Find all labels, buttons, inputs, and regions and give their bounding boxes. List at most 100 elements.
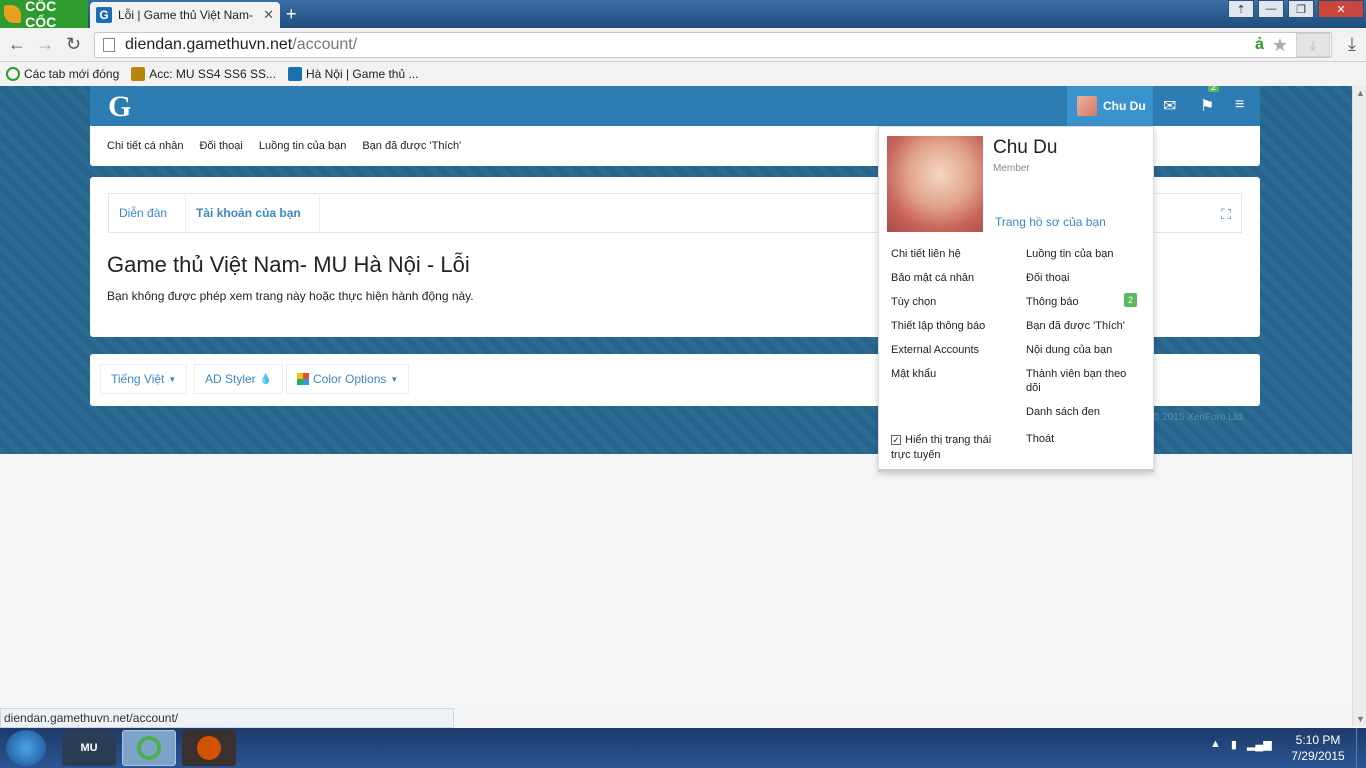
menu-alert-preferences[interactable]: Thiết lập thông báo (891, 319, 985, 343)
url-path: /account/ (292, 36, 358, 53)
avatar[interactable] (887, 136, 983, 232)
menu-following[interactable]: Thành viên bạn theo dõi (1026, 367, 1144, 405)
tray-expand-icon[interactable]: ▲ (1210, 738, 1221, 751)
browser-tab-active[interactable]: G Lỗi | Game thủ Việt Nam- I ✕ (90, 2, 280, 28)
downloads-icon[interactable]: ⤓ (1348, 34, 1356, 55)
g-icon (287, 67, 302, 81)
taskbar-app-mu[interactable]: MU (62, 730, 116, 766)
menu-likes[interactable]: Bạn đã được 'Thích' (1026, 319, 1144, 343)
coccoc-icon (137, 736, 161, 760)
drop-icon: 💧 (259, 373, 273, 385)
bookmark-recent-tabs[interactable]: Các tab mới đóng (6, 67, 119, 81)
system-tray: ▲ ▮ ▂▄▆ (1210, 738, 1272, 751)
signal-icon[interactable]: ▂▄▆ (1247, 738, 1272, 751)
page-scrollbar[interactable]: ▲ ▼ (1352, 86, 1366, 726)
browser-status-bar: diendan.gamethuvn.net/account/ (0, 708, 454, 728)
breadcrumb-account[interactable]: Tài khoản của bạn (186, 193, 320, 233)
bookmark-star-icon[interactable]: ★ (1272, 35, 1288, 56)
new-tab-plus-icon[interactable]: + (286, 4, 297, 25)
subnav-personal-details[interactable]: Chi tiết cá nhân (107, 140, 183, 152)
caret-down-icon: ▼ (168, 374, 177, 384)
alerts-count-badge: 2 (1124, 293, 1138, 307)
forward-arrow-icon[interactable]: → (36, 34, 54, 55)
envelope-icon[interactable]: ✉ (1163, 96, 1176, 116)
subnav-likes[interactable]: Bạn đã được 'Thích' (362, 140, 461, 152)
subnav-conversations[interactable]: Đối thoại (199, 140, 242, 152)
bookmark-ha-noi[interactable]: Hà Nội | Game thủ ... (287, 67, 419, 81)
caret-down-icon: ▼ (390, 374, 399, 384)
browser-tabbar: CỐC CỐC G Lỗi | Game thủ Việt Nam- I ✕ +… (0, 0, 1366, 30)
site-header: G Chu Du ✉ ⚑ 2 ≡ (90, 86, 1260, 126)
page-lower-background (0, 454, 1352, 708)
url-input[interactable]: diendan.gamethuvn.net/account/ (94, 32, 1332, 58)
user-role: Member (993, 163, 1030, 174)
menu-your-content[interactable]: Nội dung của bạn (1026, 343, 1144, 367)
sitemap-icon[interactable]: ⛶ (1221, 206, 1231, 223)
checkbox-checked-icon[interactable]: ✓ (891, 435, 901, 445)
taskbar-app-game[interactable] (182, 730, 236, 766)
error-message: Bạn không được phép xem trang này hoặc t… (107, 289, 474, 303)
online-status-toggle[interactable]: ✓ Hiển thị trạng thái trực tuyến (891, 433, 1011, 463)
bookmark-acc-mu[interactable]: Acc: MU SS4 SS6 SS... (131, 67, 276, 81)
menu-privacy[interactable]: Bảo mật cá nhân (891, 271, 985, 295)
hamburger-menu-icon[interactable]: ≡ (1235, 96, 1244, 114)
reload-icon[interactable]: ↻ (66, 34, 81, 55)
bookmark-label: Hà Nội | Game thủ ... (305, 67, 419, 81)
clock-time: 5:10 PM (1295, 733, 1341, 747)
page-viewport: G Chu Du ✉ ⚑ 2 ≡ Chi tiết cá nhân Đối th… (0, 86, 1352, 708)
start-button[interactable] (6, 730, 46, 766)
recent-icon (6, 67, 20, 81)
show-desktop-button[interactable] (1356, 728, 1366, 768)
breadcrumb-forum[interactable]: Diễn đàn (109, 193, 187, 233)
menu-ignored[interactable]: Danh sách đen (1026, 405, 1144, 429)
online-status-label: Hiển thị trạng thái trực tuyến (891, 434, 992, 461)
minimize-window-icon[interactable]: — (1258, 0, 1284, 18)
bookmarks-bar: Các tab mới đóng Acc: MU SS4 SS6 SS... H… (0, 62, 1366, 86)
clock[interactable]: 5:10 PM 7/29/2015 (1290, 732, 1346, 764)
flag-icon[interactable]: ⚑ (1200, 96, 1214, 116)
copyright: © 2015 XenForo Ltd. (1152, 412, 1245, 423)
style-label: AD Styler (205, 372, 256, 386)
user-account-tab[interactable]: Chu Du (1067, 86, 1153, 126)
menu-external-accounts[interactable]: External Accounts (891, 343, 985, 367)
game-icon (131, 67, 146, 81)
user-menu-window-icon[interactable]: ⇡ (1228, 0, 1254, 18)
style-chooser[interactable]: AD Styler 💧 (194, 364, 284, 394)
restore-window-icon[interactable]: ❐ (1288, 0, 1314, 18)
scroll-up-icon[interactable]: ▲ (1356, 88, 1365, 98)
subnav-news-feed[interactable]: Luồng tin của bạn (259, 140, 346, 152)
page-title: Game thủ Việt Nam- MU Hà Nội - Lỗi (107, 252, 470, 277)
notification-badge: 2 (1208, 86, 1220, 92)
network-icon[interactable]: ▮ (1231, 738, 1237, 751)
vietnamese-input-icon[interactable]: ả (1255, 36, 1264, 54)
username-label: Chu Du (1103, 99, 1146, 113)
browser-brand-label: CỐC CỐC (25, 0, 57, 30)
menu-contact-details[interactable]: Chi tiết liên hệ (891, 247, 985, 271)
language-label: Tiếng Việt (111, 372, 165, 386)
tab-favicon-icon: G (96, 7, 112, 23)
site-logo[interactable]: G (108, 90, 131, 124)
savior-download-icon[interactable]: ⤓ (1296, 33, 1330, 57)
address-actions: ả ★ ⤓ (1255, 32, 1330, 58)
tab-title: Lỗi | Game thủ Việt Nam- I (118, 8, 258, 22)
close-window-icon[interactable]: ✕ (1318, 0, 1364, 18)
menu-preferences[interactable]: Tùy chọn (891, 295, 985, 319)
menu-news-feed[interactable]: Luồng tin của bạn (1026, 247, 1144, 271)
avatar (1077, 96, 1097, 116)
menu-right-column: Luồng tin của bạn Đối thoại Thông báo Bạ… (1026, 247, 1144, 429)
menu-conversations[interactable]: Đối thoại (1026, 271, 1144, 295)
menu-left-column: Chi tiết liên hệ Bảo mật cá nhân Tùy chọ… (891, 247, 985, 391)
profile-link[interactable]: Trang hồ sơ của bạn (995, 215, 1106, 229)
coccoc-logo-icon (4, 5, 22, 23)
clock-date: 7/29/2015 (1291, 749, 1345, 763)
taskbar-app-coccoc[interactable] (122, 730, 176, 766)
tab-close-icon[interactable]: ✕ (263, 7, 274, 23)
bookmark-label: Các tab mới đóng (24, 67, 120, 81)
color-options-chooser[interactable]: Color Options ▼ (286, 364, 410, 394)
browser-brand-button[interactable]: CỐC CỐC (0, 0, 88, 30)
language-chooser[interactable]: Tiếng Việt ▼ (100, 364, 188, 394)
scroll-down-icon[interactable]: ▼ (1356, 714, 1365, 724)
logout-link[interactable]: Thoát (1026, 433, 1054, 445)
back-arrow-icon[interactable]: ← (8, 34, 26, 55)
menu-password[interactable]: Mật khẩu (891, 367, 985, 391)
